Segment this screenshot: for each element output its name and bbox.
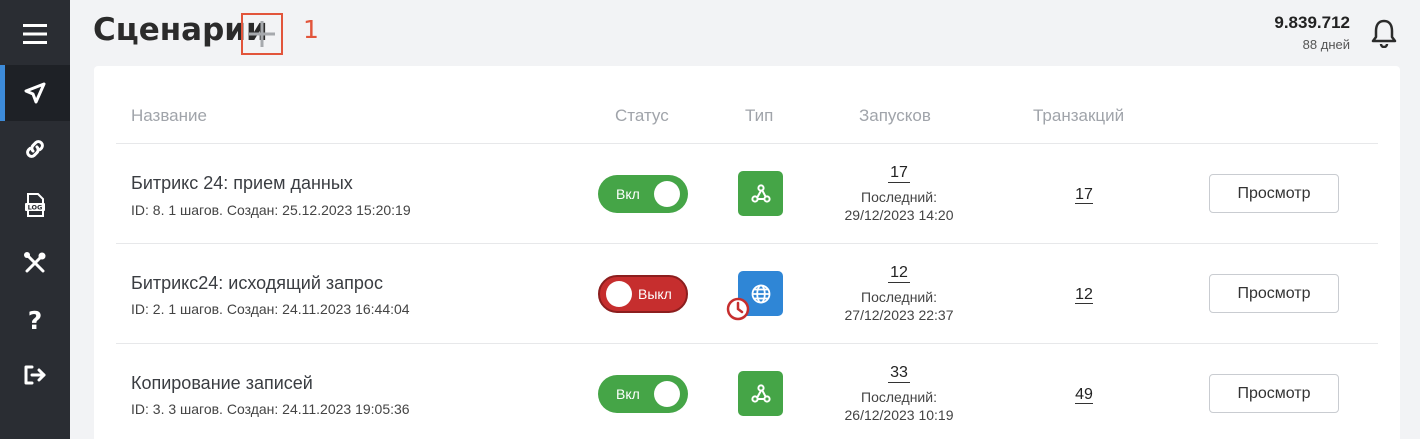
last-run-label: Последний: bbox=[861, 189, 937, 205]
scenario-meta: ID: 8. 1 шагов. Создан: 25.12.2023 15:20… bbox=[131, 202, 411, 218]
transactions-count[interactable]: 49 bbox=[1075, 386, 1093, 404]
sidebar-item-help[interactable]: ? bbox=[0, 292, 70, 348]
transactions-count[interactable]: 12 bbox=[1075, 286, 1093, 304]
header-type: Тип bbox=[745, 106, 774, 125]
plus-icon bbox=[249, 21, 275, 47]
globe-icon bbox=[751, 284, 770, 303]
tools-icon bbox=[24, 252, 46, 273]
header-name: Название bbox=[131, 106, 207, 125]
account-balance: 9.839.712 88 дней bbox=[1274, 13, 1350, 52]
transactions-cell: 17 bbox=[1064, 185, 1104, 204]
type-badge bbox=[738, 371, 783, 416]
status-toggle[interactable]: Вкл bbox=[598, 175, 688, 213]
row-divider bbox=[116, 243, 1378, 244]
balance-value: 9.839.712 bbox=[1274, 13, 1350, 32]
scenario-name[interactable]: Копирование записей bbox=[131, 373, 313, 394]
toggle-knob bbox=[606, 281, 632, 307]
schedule-clock-icon bbox=[726, 297, 750, 321]
sidebar-item-logout[interactable] bbox=[0, 347, 70, 403]
scenario-name[interactable]: Битрикс 24: прием данных bbox=[131, 173, 353, 194]
sidebar-item-logs[interactable]: LOG bbox=[0, 177, 70, 233]
days-left: 88 дней bbox=[1302, 37, 1350, 52]
log-file-icon: LOG bbox=[25, 193, 45, 217]
hamburger-icon bbox=[23, 24, 47, 44]
type-badge bbox=[738, 171, 783, 216]
runs-cell: 33 Последний: 26/12/2023 10:19 bbox=[828, 363, 970, 424]
send-icon bbox=[24, 82, 46, 104]
status-label: Вкл bbox=[616, 386, 640, 402]
row-divider bbox=[116, 343, 1378, 344]
header-runs: Запусков bbox=[859, 106, 931, 125]
sidebar: LOG ? bbox=[0, 0, 70, 439]
webhook-icon bbox=[750, 183, 771, 203]
toggle-knob bbox=[654, 181, 680, 207]
link-icon bbox=[26, 140, 44, 158]
status-toggle[interactable]: Вкл bbox=[598, 375, 688, 413]
transactions-cell: 49 bbox=[1064, 385, 1104, 404]
status-toggle[interactable]: Выкл bbox=[598, 275, 688, 313]
scenario-meta: ID: 2. 1 шагов. Создан: 24.11.2023 16:44… bbox=[131, 301, 410, 317]
runs-count[interactable]: 12 bbox=[888, 263, 910, 283]
status-label: Вкл bbox=[616, 186, 640, 202]
header-transactions: Транзакций bbox=[1033, 106, 1125, 125]
runs-count[interactable]: 33 bbox=[888, 363, 910, 383]
annotation-marker: 1 bbox=[303, 15, 319, 44]
row-divider bbox=[116, 143, 1378, 144]
runs-cell: 17 Последний: 29/12/2023 14:20 bbox=[828, 163, 970, 224]
svg-text:LOG: LOG bbox=[28, 204, 43, 212]
help-icon: ? bbox=[27, 305, 43, 335]
transactions-count[interactable]: 17 bbox=[1075, 186, 1093, 204]
bell-icon bbox=[1371, 19, 1397, 49]
toggle-knob bbox=[654, 381, 680, 407]
view-button[interactable]: Просмотр bbox=[1209, 174, 1339, 213]
add-scenario-button[interactable] bbox=[241, 13, 283, 55]
transactions-cell: 12 bbox=[1064, 285, 1104, 304]
menu-button[interactable] bbox=[0, 6, 70, 62]
last-run-label: Последний: bbox=[861, 389, 937, 405]
view-button[interactable]: Просмотр bbox=[1209, 274, 1339, 313]
scenario-name[interactable]: Битрикс24: исходящий запрос bbox=[131, 273, 383, 294]
last-run-date: 27/12/2023 22:37 bbox=[844, 307, 954, 323]
webhook-icon bbox=[750, 383, 771, 403]
notifications-button[interactable] bbox=[1370, 18, 1398, 53]
scenario-meta: ID: 3. 3 шагов. Создан: 24.11.2023 19:05… bbox=[131, 401, 410, 417]
last-run-label: Последний: bbox=[861, 289, 937, 305]
view-button[interactable]: Просмотр bbox=[1209, 374, 1339, 413]
header-status: Статус bbox=[615, 106, 669, 125]
last-run-date: 29/12/2023 14:20 bbox=[844, 207, 954, 223]
runs-cell: 12 Последний: 27/12/2023 22:37 bbox=[828, 263, 970, 324]
sidebar-item-links[interactable] bbox=[0, 121, 70, 177]
logout-icon bbox=[24, 365, 46, 385]
sidebar-item-scenarios[interactable] bbox=[0, 65, 70, 121]
runs-count[interactable]: 17 bbox=[888, 163, 910, 183]
sidebar-item-tools[interactable] bbox=[0, 235, 70, 291]
status-label: Выкл bbox=[638, 286, 672, 302]
last-run-date: 26/12/2023 10:19 bbox=[844, 407, 954, 423]
